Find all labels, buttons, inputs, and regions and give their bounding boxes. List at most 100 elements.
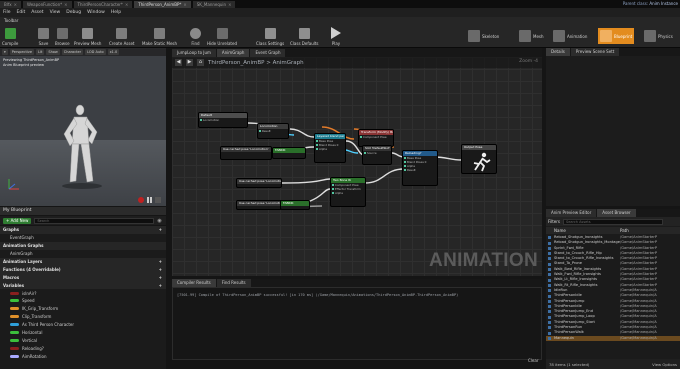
node-pin[interactable]: Result [258, 129, 288, 133]
anim-graph-canvas[interactable]: ◀ ▶ ⌂ ThirdPerson_AnimBP > AnimGraph Zoo… [172, 57, 542, 276]
node-pin[interactable]: Component Pose [359, 135, 393, 139]
asset-row[interactable]: Mannequin/Game/Mannequin/A [546, 335, 680, 341]
variable-item[interactable]: IK_Grip_Transform [0, 305, 166, 313]
tree-category[interactable]: Graphs + [0, 226, 166, 234]
eye-icon[interactable]: ◉ [157, 218, 161, 224]
node-output-pose[interactable]: Output Pose [461, 144, 497, 174]
graph-tab[interactable]: JumpLoop to Jum [172, 49, 216, 57]
find-button[interactable]: Find [190, 24, 201, 48]
node-slot[interactable]: Slot 'DefaultSlot' Source [362, 145, 392, 165]
menu-asset[interactable]: Asset [31, 10, 43, 15]
menu-edit[interactable]: Edit [17, 10, 26, 15]
playback-options-icon[interactable] [155, 197, 161, 203]
speed-button[interactable]: x1.0 [107, 49, 120, 55]
asset-search-input[interactable]: Search Assets [563, 218, 663, 225]
tab-find-results[interactable]: Find Results [216, 279, 251, 287]
node-pin[interactable]: Alpha [315, 147, 345, 151]
node-fabrik[interactable]: FABRIK [272, 147, 306, 159]
view-options-button[interactable]: View Options [652, 362, 677, 367]
add-icon[interactable]: + [159, 275, 162, 280]
tab-asset-browser[interactable]: Asset Browser [597, 209, 636, 217]
tree-item[interactable]: EventGraph [0, 234, 166, 242]
mode-animation[interactable]: Animation [551, 28, 589, 44]
menu-debug[interactable]: Debug [66, 10, 81, 15]
graph-tab-active[interactable]: AnimGraph [216, 49, 250, 57]
variable-item[interactable]: As Third Person Character [0, 321, 166, 329]
node-use-cached-pose-3[interactable]: Use cached pose 'Locomotion' [236, 200, 282, 210]
graph-tab[interactable]: Event Graph [250, 49, 286, 57]
add-icon[interactable]: + [159, 259, 162, 264]
variable-item[interactable]: Speed [0, 297, 166, 305]
hide-unrelated-button[interactable]: Hide Unrelated [207, 24, 237, 48]
compile-button[interactable]: Compile [2, 24, 18, 48]
menu-help[interactable]: Help [111, 10, 121, 15]
show-button[interactable]: Show [46, 49, 60, 55]
variable-item[interactable]: Vertical [0, 336, 166, 344]
record-icon[interactable] [138, 197, 144, 203]
document-tab[interactable]: Blfx × [0, 1, 21, 8]
add-new-button[interactable]: + Add New [3, 217, 32, 224]
parent-class-value[interactable]: Anim Instance [649, 1, 678, 6]
tree-category[interactable]: Functions (4 Overridable) + [0, 265, 166, 274]
variable-item[interactable]: AimRotation [0, 352, 166, 360]
node-fabrik-2[interactable]: FABRIK [280, 200, 310, 210]
add-icon[interactable]: + [159, 227, 162, 232]
node-two-bone-ik[interactable]: Two Bone IK Component Pose Effector Tran… [330, 177, 366, 207]
tab-details[interactable]: Details [546, 48, 570, 56]
close-icon[interactable]: × [64, 1, 67, 8]
document-tab[interactable]: ThirdPersonCharacter* × [73, 1, 133, 8]
tree-category[interactable]: Animation Layers + [0, 257, 166, 266]
node-cached-locomotion[interactable]: Locomotion Result [257, 123, 289, 139]
document-tab[interactable]: SK_Mannequin × [192, 1, 236, 8]
lit-button[interactable]: Lit [36, 49, 45, 55]
class-settings-button[interactable]: Class Settings [256, 24, 284, 48]
node-pin[interactable]: Result [403, 168, 437, 172]
filters-button[interactable]: Filters [548, 219, 560, 224]
viewport-options-button[interactable]: ▾ [2, 49, 8, 55]
mode-mesh[interactable]: Mesh [517, 28, 546, 44]
node-pin[interactable]: Source [363, 151, 391, 155]
tree-category[interactable]: Macros + [0, 273, 166, 282]
node-use-cached-pose[interactable]: Use cached pose 'Locomotion' [220, 146, 272, 160]
document-tab[interactable]: WeaponFunction* × [23, 1, 72, 8]
play-button[interactable]: Play [331, 24, 341, 48]
node-pin[interactable]: Locomotion [199, 118, 247, 122]
clear-button[interactable]: Clear [528, 358, 538, 363]
close-icon[interactable]: × [14, 1, 17, 8]
menu-view[interactable]: View [50, 10, 61, 15]
mode-skeleton[interactable]: Skeleton [466, 28, 501, 44]
tree-item[interactable]: AnimGraph [0, 250, 166, 258]
column-name[interactable]: Name [546, 227, 620, 234]
variable-item[interactable]: Reloading? [0, 344, 166, 352]
node-blend-poses-by-bool[interactable]: Reloading? Base Pose Blend Poses 0 Alpha… [402, 150, 438, 186]
pause-icon[interactable] [147, 197, 152, 203]
node-pin[interactable]: Alpha [331, 191, 365, 195]
tab-anim-preview-editor[interactable]: Anim Preview Editor [546, 209, 597, 217]
node-use-cached-pose-2[interactable]: Use cached pose 'Locomotion' [236, 178, 282, 188]
browse-button[interactable]: Browse [55, 24, 70, 48]
perspective-button[interactable]: Perspective [9, 49, 35, 55]
variable-item[interactable]: isInAir? [0, 289, 166, 297]
variable-item[interactable]: Clip_Transform [0, 313, 166, 321]
character-button[interactable]: Character [61, 49, 84, 55]
menu-window[interactable]: Window [87, 10, 105, 15]
column-path[interactable]: Path [620, 227, 680, 234]
menu-file[interactable]: File [3, 10, 11, 15]
mode-blueprint[interactable]: Blueprint [598, 28, 635, 44]
tab-preview-scene-settings[interactable]: Preview Scene Sett [570, 48, 620, 56]
close-icon[interactable]: × [183, 1, 186, 8]
preview-viewport[interactable]: ▾ Perspective Lit Show Character LOD Aut… [0, 48, 166, 206]
preview-mesh-button[interactable]: Preview Mesh [74, 24, 101, 48]
close-icon[interactable]: × [125, 1, 128, 8]
document-tab-active[interactable]: ThirdPerson_AnimBP* × [134, 1, 191, 8]
mode-physics[interactable]: Physics [642, 28, 675, 44]
search-input[interactable]: Search [34, 217, 155, 224]
parent-class-link[interactable]: Parent class: Anim Instance [623, 1, 678, 6]
make-static-mesh-button[interactable]: Make Static Mesh [142, 24, 177, 48]
lod-button[interactable]: LOD Auto [85, 49, 106, 55]
tree-category[interactable]: Animation Graphs [0, 241, 166, 250]
save-button[interactable]: Save [38, 24, 49, 48]
create-asset-button[interactable]: Create Asset [109, 24, 135, 48]
add-icon[interactable]: + [159, 267, 162, 272]
tree-category[interactable]: Variables + [0, 281, 166, 290]
